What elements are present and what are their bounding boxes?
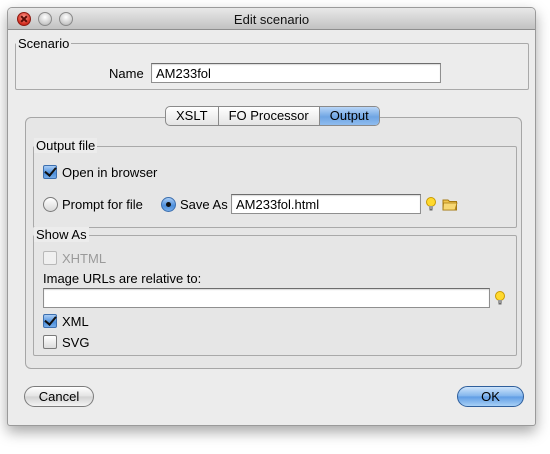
lightbulb-icon[interactable]: [423, 196, 439, 212]
xml-label: XML: [62, 314, 89, 329]
title-bar[interactable]: Edit scenario: [8, 8, 535, 30]
image-urls-label: Image URLs are relative to:: [43, 271, 202, 286]
window-title: Edit scenario: [233, 12, 310, 27]
open-in-browser-label: Open in browser: [62, 165, 158, 180]
svg-checkbox[interactable]: [43, 335, 57, 349]
output-file-group-label: Output file: [34, 138, 98, 153]
name-label: Name: [109, 66, 144, 81]
ok-button[interactable]: OK: [457, 386, 524, 407]
tab-fo-processor[interactable]: FO Processor: [219, 107, 320, 125]
save-as-radio[interactable]: [161, 197, 176, 212]
save-as-label: Save As: [180, 197, 228, 212]
svg-label: SVG: [62, 335, 90, 350]
image-urls-input[interactable]: [43, 288, 490, 308]
prompt-for-file-label: Prompt for file: [62, 197, 143, 212]
output-file-group: [33, 146, 517, 228]
scenario-group-label: Scenario: [16, 36, 72, 51]
xhtml-checkbox[interactable]: [43, 251, 57, 265]
lightbulb-icon[interactable]: [492, 290, 508, 306]
xhtml-label: XHTML: [62, 251, 107, 266]
cancel-button[interactable]: Cancel: [24, 386, 94, 407]
folder-icon[interactable]: [442, 196, 458, 212]
prompt-for-file-radio[interactable]: [43, 197, 58, 212]
save-as-input[interactable]: AM233fol.html: [231, 194, 421, 214]
tab-output[interactable]: Output: [319, 107, 379, 125]
tab-xslt[interactable]: XSLT: [166, 107, 219, 125]
tab-bar: XSLT FO Processor Output: [165, 106, 380, 126]
xml-checkbox[interactable]: [43, 314, 57, 328]
name-input[interactable]: AM233fol: [151, 63, 441, 83]
open-in-browser-checkbox[interactable]: [43, 165, 57, 179]
dialog-window: Edit scenario Scenario Name AM233fol XSL…: [7, 7, 536, 426]
show-as-group-label: Show As: [34, 227, 89, 242]
